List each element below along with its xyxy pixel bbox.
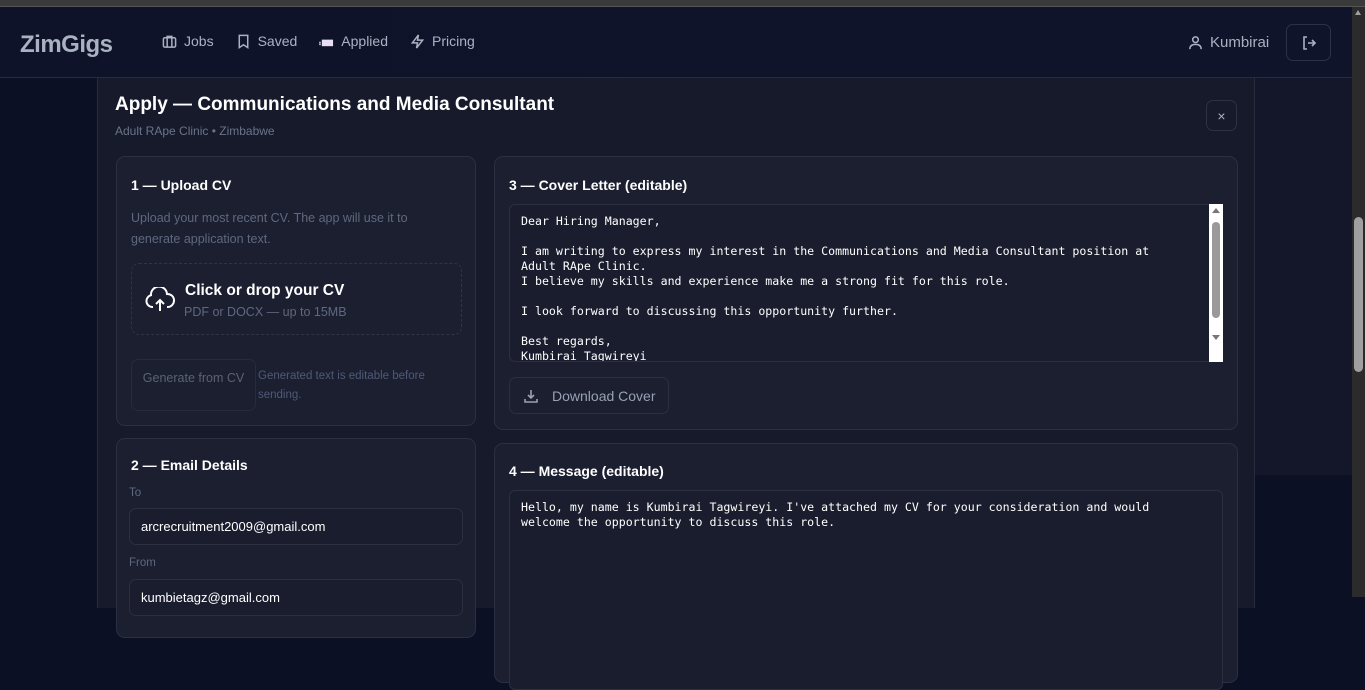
nav-label: Jobs	[184, 33, 214, 49]
download-cover-button[interactable]: Download Cover	[509, 377, 669, 414]
nav-label: Saved	[258, 33, 298, 49]
card-title: 1 — Upload CV	[131, 177, 231, 193]
modal-subtitle: Adult RApe Clinic • Zimbabwe	[115, 124, 275, 138]
browser-strip	[0, 0, 1365, 7]
dropzone-title: Click or drop your CV	[185, 282, 344, 300]
upload-description: Upload your most recent CV. The app will…	[131, 208, 441, 250]
to-label: To	[129, 487, 141, 499]
message-textarea[interactable]: Hello, my name is Kumbirai Tagwireyi. I'…	[509, 490, 1223, 690]
cover-letter-textarea[interactable]: Dear Hiring Manager, I am writing to exp…	[509, 204, 1223, 362]
user-name: Kumbirai	[1210, 34, 1269, 51]
bookmark-icon	[236, 34, 251, 49]
nav-label: Applied	[341, 33, 388, 49]
from-input[interactable]: kumbietagz@gmail.com	[129, 579, 463, 616]
briefcase-icon	[162, 34, 177, 49]
user-menu[interactable]: Kumbirai	[1188, 34, 1269, 51]
message-card: 4 — Message (editable) Hello, my name is…	[494, 443, 1238, 683]
scroll-thumb[interactable]	[1354, 217, 1363, 372]
button-label: Download Cover	[552, 388, 656, 404]
backdrop	[1255, 78, 1352, 475]
scroll-up-icon[interactable]	[1355, 10, 1361, 15]
nav-saved[interactable]: Saved	[236, 33, 298, 49]
card-title: 2 — Email Details	[131, 457, 248, 473]
page-scrollbar[interactable]	[1352, 7, 1365, 597]
upload-cv-card: 1 — Upload CV Upload your most recent CV…	[116, 156, 476, 426]
close-button[interactable]: ×	[1206, 100, 1237, 131]
nav-applied[interactable]: Applied	[319, 33, 388, 49]
nav-pricing[interactable]: Pricing	[410, 33, 475, 49]
email-details-card: 2 — Email Details To arcrecruitment2009@…	[116, 438, 476, 638]
logout-icon	[1301, 35, 1317, 51]
apply-modal: Apply — Communications and Media Consult…	[97, 78, 1255, 608]
generate-note: Generated text is editable before sendin…	[258, 367, 448, 405]
card-title: 4 — Message (editable)	[509, 463, 664, 479]
nav-jobs[interactable]: Jobs	[162, 33, 214, 49]
dropzone-subtitle: PDF or DOCX — up to 15MB	[184, 305, 347, 319]
modal-title: Apply — Communications and Media Consult…	[115, 94, 554, 116]
envelope-icon	[319, 34, 334, 49]
card-title: 3 — Cover Letter (editable)	[509, 177, 687, 193]
logo[interactable]: ZimGigs	[20, 31, 113, 59]
user-icon	[1188, 35, 1203, 50]
scroll-down-icon[interactable]	[1212, 335, 1220, 340]
from-label: From	[129, 557, 156, 569]
textarea-scrollbar[interactable]	[1209, 204, 1223, 362]
scroll-thumb[interactable]	[1212, 222, 1220, 318]
logout-button[interactable]	[1286, 24, 1331, 61]
scroll-up-icon[interactable]	[1212, 208, 1220, 213]
generate-from-cv-button[interactable]: Generate from CV	[131, 359, 256, 411]
top-nav: ZimGigs Jobs Saved Applied Pricing Kumbi…	[0, 7, 1352, 78]
to-input[interactable]: arcrecruitment2009@gmail.com	[129, 508, 463, 545]
cloud-upload-icon	[145, 287, 175, 313]
nav-label: Pricing	[432, 33, 475, 49]
download-icon	[524, 389, 538, 403]
lightning-icon	[410, 34, 425, 49]
cover-letter-card: 3 — Cover Letter (editable) Dear Hiring …	[494, 156, 1238, 430]
cv-dropzone[interactable]: Click or drop your CV PDF or DOCX — up t…	[131, 263, 462, 335]
